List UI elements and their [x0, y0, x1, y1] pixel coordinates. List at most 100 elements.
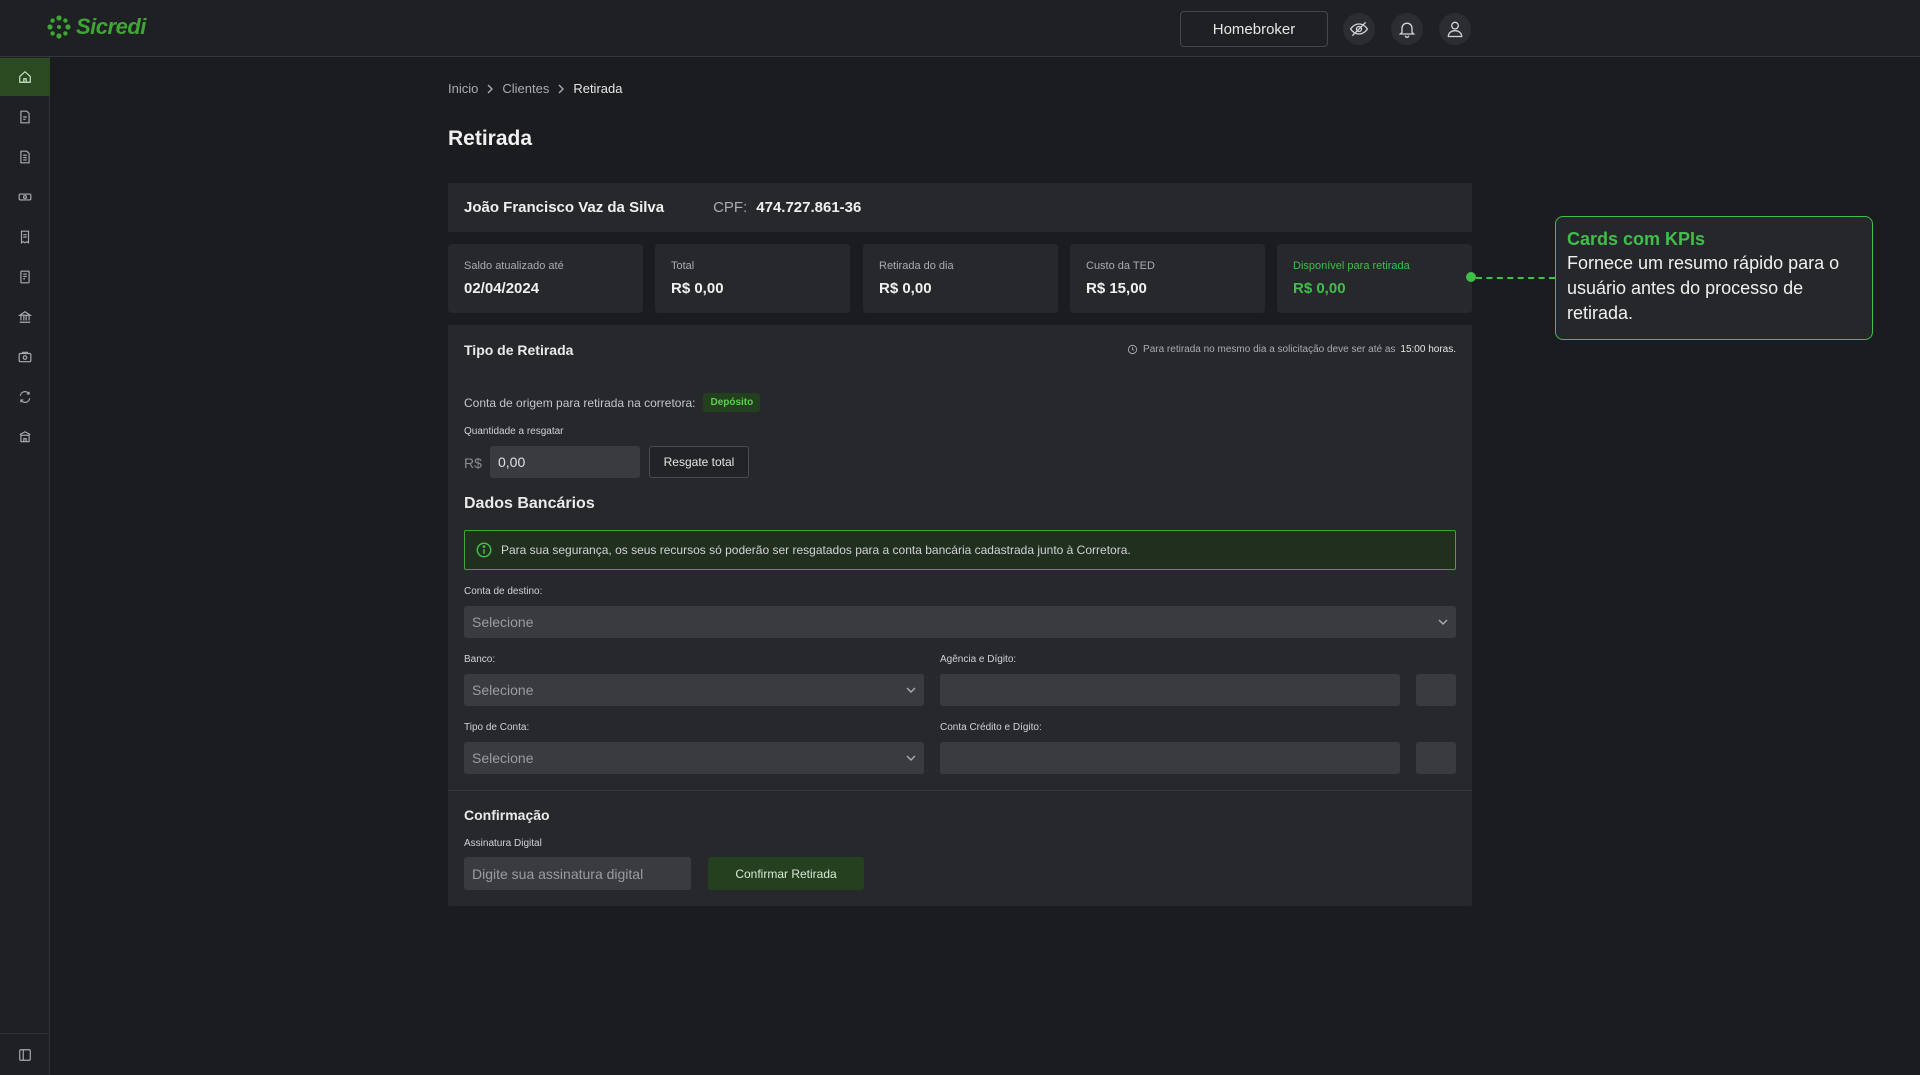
- bank-icon: [18, 311, 32, 323]
- sidebar-toggle-button[interactable]: [0, 1033, 50, 1075]
- destination-account-label: Conta de destino:: [464, 586, 543, 597]
- breadcrumb-clientes[interactable]: Clientes: [502, 81, 549, 96]
- breadcrumb: Inicio Clientes Retirada: [448, 81, 622, 96]
- sidebar-item-report[interactable]: [0, 258, 50, 296]
- kpi-value: R$ 0,00: [1293, 280, 1346, 297]
- cutoff-note-text: Para retirada no mesmo dia a solicitação…: [1143, 344, 1396, 355]
- account-type-placeholder: Selecione: [472, 750, 534, 766]
- account-type-select[interactable]: Selecione: [464, 742, 924, 774]
- origin-label: Conta de origem para retirada na correto…: [464, 395, 696, 410]
- bank-select[interactable]: Selecione: [464, 674, 924, 706]
- account-label: Conta Crédito e Dígito:: [940, 722, 1042, 733]
- homebroker-button[interactable]: Homebroker: [1180, 11, 1328, 47]
- client-info-bar: João Francisco Vaz da Silva CPF: 474.727…: [448, 183, 1472, 232]
- sidebar-item-exchange[interactable]: [0, 378, 50, 416]
- sidebar-item-document[interactable]: [0, 138, 50, 176]
- signature-label: Assinatura Digital: [464, 838, 542, 849]
- sidebar-item-home[interactable]: [0, 58, 50, 96]
- security-alert: Para sua segurança, os seus recursos só …: [464, 530, 1456, 570]
- sidebar-item-institution[interactable]: [0, 418, 50, 456]
- callout-text: Fornece um resumo rápido para o usuário …: [1567, 253, 1840, 323]
- kpi-value: R$ 15,00: [1086, 280, 1147, 297]
- breadcrumb-inicio[interactable]: Inicio: [448, 81, 478, 96]
- logo[interactable]: Sicredi: [46, 14, 146, 40]
- chevron-down-icon: [906, 687, 916, 693]
- home-icon: [19, 70, 31, 83]
- kpi-label: Saldo atualizado até: [464, 260, 564, 272]
- kpi-card-retirada-dia: Retirada do dia R$ 0,00: [863, 244, 1058, 313]
- kpi-card-custo-ted: Custo da TED R$ 15,00: [1070, 244, 1265, 313]
- institution-icon: [19, 431, 31, 443]
- withdrawal-type-title: Tipo de Retirada: [464, 342, 574, 358]
- receipt-icon: [20, 230, 30, 244]
- security-alert-text: Para sua segurança, os seus recursos só …: [501, 543, 1131, 557]
- report-icon: [20, 270, 30, 284]
- kpi-value: R$ 0,00: [879, 280, 932, 297]
- chevron-down-icon: [906, 755, 916, 761]
- cpf-label: CPF:: [713, 199, 748, 216]
- sidebar-item-money[interactable]: [0, 178, 50, 216]
- cpf-value: 474.727.861-36: [756, 199, 862, 216]
- user-icon: [1447, 21, 1463, 38]
- wallet-icon: [18, 351, 32, 363]
- kpi-card-saldo: Saldo atualizado até 02/04/2024: [448, 244, 643, 313]
- sidebar-item-wallet[interactable]: [0, 338, 50, 376]
- eye-off-icon: [1349, 21, 1369, 37]
- money-icon: [18, 193, 32, 201]
- bank-placeholder: Selecione: [472, 682, 534, 698]
- profile-button[interactable]: [1439, 13, 1471, 45]
- breadcrumb-retirada: Retirada: [573, 81, 623, 96]
- kpi-card-disponivel: Disponível para retirada R$ 0,00: [1277, 244, 1472, 313]
- amount-input[interactable]: 0,00: [490, 446, 640, 478]
- section-divider: [448, 790, 1472, 791]
- annotation-callout: Cards com KPIs Fornece um resumo rápido …: [1555, 216, 1873, 340]
- sidebar-toggle-icon: [19, 1048, 31, 1061]
- chevron-right-icon: [558, 84, 565, 93]
- destination-account-placeholder: Selecione: [472, 614, 534, 630]
- origin-badge: Depósito: [703, 393, 761, 412]
- destination-account-select[interactable]: Selecione: [464, 606, 1456, 638]
- kpi-value: 02/04/2024: [464, 280, 540, 297]
- callout-dot: [1466, 272, 1476, 282]
- page-title: Retirada: [448, 127, 533, 150]
- sicredi-logo-icon: [47, 15, 71, 39]
- agency-digit-input[interactable]: [1416, 674, 1456, 706]
- cutoff-note: Para retirada no mesmo dia a solicitação…: [1127, 344, 1456, 355]
- clock-icon: [1127, 344, 1138, 355]
- kpi-label: Disponível para retirada: [1293, 260, 1410, 272]
- currency-prefix: R$: [464, 455, 482, 471]
- bank-data-title: Dados Bancários: [464, 495, 595, 512]
- chevron-right-icon: [487, 84, 494, 93]
- bell-icon: [1398, 22, 1416, 38]
- brand-name: Sicredi: [76, 14, 146, 39]
- agency-input[interactable]: [940, 674, 1400, 706]
- cutoff-note-time: 15:00 horas.: [1400, 344, 1456, 355]
- account-input[interactable]: [940, 742, 1400, 774]
- signature-input[interactable]: Digite sua assinatura digital: [464, 857, 691, 890]
- origin-account-line: Conta de origem para retirada na correto…: [464, 393, 761, 412]
- amount-label: Quantidade a resgatar: [464, 426, 564, 437]
- chevron-down-icon: [1438, 619, 1448, 625]
- confirmation-title: Confirmação: [464, 807, 550, 823]
- notifications-button[interactable]: [1391, 13, 1423, 45]
- callout-title: Cards com KPIs: [1567, 229, 1706, 249]
- kpi-label: Retirada do dia: [879, 260, 954, 272]
- top-bar: Sicredi Homebroker: [0, 0, 1920, 57]
- exchange-icon: [19, 391, 31, 403]
- account-digit-input[interactable]: [1416, 742, 1456, 774]
- hide-values-button[interactable]: [1343, 13, 1375, 45]
- document-edit-icon: [20, 110, 30, 124]
- bank-label: Banco:: [464, 654, 496, 665]
- agency-label: Agência e Dígito:: [940, 654, 1017, 665]
- total-redeem-button[interactable]: Resgate total: [649, 446, 749, 478]
- confirm-withdrawal-button[interactable]: Confirmar Retirada: [708, 857, 864, 890]
- sidebar-item-receipt[interactable]: [0, 218, 50, 256]
- sidebar-item-document-edit[interactable]: [0, 98, 50, 136]
- kpi-label: Custo da TED: [1086, 260, 1155, 272]
- sidebar: [0, 57, 50, 1075]
- withdrawal-panel: Tipo de Retirada Para retirada no mesmo …: [448, 325, 1472, 906]
- kpi-value: R$ 0,00: [671, 280, 724, 297]
- kpi-card-total: Total R$ 0,00: [655, 244, 850, 313]
- sidebar-item-bank[interactable]: [0, 298, 50, 336]
- document-icon: [20, 150, 30, 164]
